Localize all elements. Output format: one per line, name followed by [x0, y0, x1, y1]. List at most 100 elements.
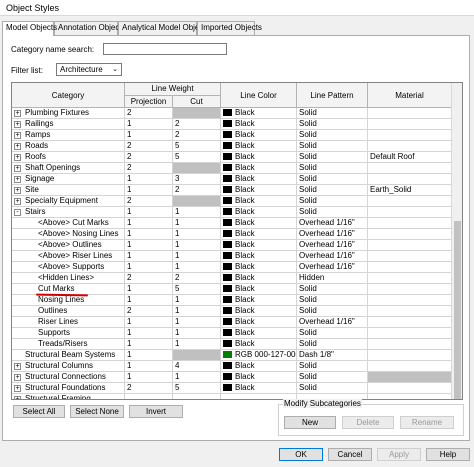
cell-name[interactable]: + Structural Framing — [12, 394, 125, 399]
table-row[interactable]: + Structural Columns 1 4 Black Solid — [12, 361, 452, 372]
cell-color[interactable]: Black — [221, 262, 297, 273]
table-row[interactable]: + Signage 1 3 Black Solid — [12, 174, 452, 185]
cell-pattern[interactable]: Solid — [297, 361, 368, 372]
cell-material[interactable] — [368, 394, 452, 399]
cell-cut[interactable]: 1 — [173, 339, 221, 350]
cell-material[interactable] — [368, 141, 452, 152]
cell-color[interactable]: Black — [221, 383, 297, 394]
cell-pattern[interactable]: Solid — [297, 163, 368, 174]
cell-name[interactable]: + Ramps — [12, 130, 125, 141]
cell-name[interactable]: <Hidden Lines> — [12, 273, 125, 284]
cell-color[interactable]: Black — [221, 306, 297, 317]
cell-color[interactable]: Black — [221, 218, 297, 229]
cell-projection[interactable]: 1 — [125, 350, 173, 361]
cell-projection[interactable]: 1 — [125, 207, 173, 218]
cell-color[interactable]: Black — [221, 284, 297, 295]
table-row[interactable]: + Ramps 1 2 Black Solid — [12, 130, 452, 141]
cell-cut[interactable]: 1 — [173, 372, 221, 383]
table-row[interactable]: + Plumbing Fixtures 2 Black Solid — [12, 108, 452, 119]
cell-name[interactable]: Treads/Risers — [12, 339, 125, 350]
cell-projection[interactable]: 2 — [125, 141, 173, 152]
vertical-scrollbar[interactable] — [451, 83, 462, 399]
cell-material[interactable] — [368, 295, 452, 306]
header-category[interactable]: Category — [12, 83, 125, 108]
cell-projection[interactable]: 2 — [125, 306, 173, 317]
cell-name[interactable]: + Structural Columns — [12, 361, 125, 372]
apply-button[interactable]: Apply — [377, 448, 421, 461]
cell-material[interactable] — [368, 361, 452, 372]
cell-material[interactable] — [368, 306, 452, 317]
expand-icon[interactable]: + — [14, 165, 21, 172]
table-row[interactable]: <Above> Riser Lines 1 1 Black Overhead 1/16" — [12, 251, 452, 262]
expand-icon[interactable]: + — [14, 154, 21, 161]
cell-pattern[interactable]: Overhead 1/16" — [297, 218, 368, 229]
table-row[interactable]: <Above> Nosing Lines 1 1 Black Overhead 1/16… — [12, 229, 452, 240]
table-row[interactable]: <Hidden Lines> 2 2 Black Hidden — [12, 273, 452, 284]
header-projection[interactable]: Projection — [125, 96, 173, 108]
cell-color[interactable]: Black — [221, 295, 297, 306]
table-row[interactable]: <Above> Cut Marks 1 1 Black Overhead 1/16" — [12, 218, 452, 229]
cell-pattern[interactable]: Overhead 1/16" — [297, 262, 368, 273]
cell-material[interactable] — [368, 350, 452, 361]
table-row[interactable]: + Structural Framing — [12, 394, 452, 399]
cell-name[interactable]: <Above> Cut Marks — [12, 218, 125, 229]
table-row[interactable]: + Specialty Equipment 2 Black Solid — [12, 196, 452, 207]
cell-material[interactable] — [368, 218, 452, 229]
cell-name[interactable]: Nosing Lines — [12, 295, 125, 306]
cell-projection[interactable]: 1 — [125, 339, 173, 350]
cell-projection[interactable]: 1 — [125, 317, 173, 328]
cell-material[interactable] — [368, 174, 452, 185]
header-line-pattern[interactable]: Line Pattern — [297, 83, 368, 108]
cell-cut[interactable]: 1 — [173, 218, 221, 229]
cell-material[interactable] — [368, 262, 452, 273]
cell-material[interactable] — [368, 339, 452, 350]
cell-projection[interactable]: 2 — [125, 163, 173, 174]
table-row[interactable]: <Above> Supports 1 1 Black Overhead 1/16" — [12, 262, 452, 273]
cell-cut[interactable]: 5 — [173, 141, 221, 152]
cell-cut[interactable] — [173, 394, 221, 399]
table-row[interactable]: Outlines 2 1 Black Solid — [12, 306, 452, 317]
cell-pattern[interactable]: Solid — [297, 372, 368, 383]
cancel-button[interactable]: Cancel — [328, 448, 372, 461]
invert-button[interactable]: Invert — [129, 405, 183, 418]
cell-name[interactable]: + Roads — [12, 141, 125, 152]
cell-projection[interactable]: 1 — [125, 174, 173, 185]
cell-cut[interactable] — [173, 196, 221, 207]
cell-cut[interactable]: 1 — [173, 262, 221, 273]
cell-material[interactable] — [368, 130, 452, 141]
tab-model-objects[interactable]: Model Objects — [2, 21, 57, 36]
cell-cut[interactable]: 1 — [173, 317, 221, 328]
cell-name[interactable]: <Above> Outlines — [12, 240, 125, 251]
cell-projection[interactable]: 2 — [125, 273, 173, 284]
cell-name[interactable]: Riser Lines — [12, 317, 125, 328]
cell-name[interactable]: + Structural Connections — [12, 372, 125, 383]
cell-color[interactable]: Black — [221, 229, 297, 240]
cell-cut[interactable]: 1 — [173, 240, 221, 251]
cell-material[interactable] — [368, 196, 452, 207]
filter-select[interactable]: Architecture ⌄ — [56, 63, 122, 76]
rename-button[interactable]: Rename — [400, 416, 454, 429]
cell-color[interactable]: Black — [221, 108, 297, 119]
table-row[interactable]: + Railings 1 2 Black Solid — [12, 119, 452, 130]
cell-cut[interactable] — [173, 108, 221, 119]
cell-pattern[interactable]: Solid — [297, 130, 368, 141]
cell-projection[interactable]: 1 — [125, 218, 173, 229]
cell-cut[interactable]: 5 — [173, 383, 221, 394]
select-none-button[interactable]: Select None — [70, 405, 124, 418]
cell-pattern[interactable]: Solid — [297, 185, 368, 196]
cell-material[interactable]: Default Roof — [368, 152, 452, 163]
cell-pattern[interactable]: Hidden — [297, 273, 368, 284]
cell-name[interactable]: Outlines — [12, 306, 125, 317]
cell-projection[interactable] — [125, 394, 173, 399]
cell-material[interactable] — [368, 284, 452, 295]
cell-color[interactable]: Black — [221, 130, 297, 141]
ok-button[interactable]: OK — [279, 448, 323, 461]
cell-color[interactable]: Black — [221, 328, 297, 339]
cell-color[interactable]: Black — [221, 141, 297, 152]
cell-color[interactable]: Black — [221, 119, 297, 130]
cell-pattern[interactable]: Solid — [297, 119, 368, 130]
cell-color[interactable]: Black — [221, 361, 297, 372]
cell-name[interactable]: <Above> Riser Lines — [12, 251, 125, 262]
cell-name[interactable]: + Railings — [12, 119, 125, 130]
expand-icon[interactable]: + — [14, 110, 21, 117]
